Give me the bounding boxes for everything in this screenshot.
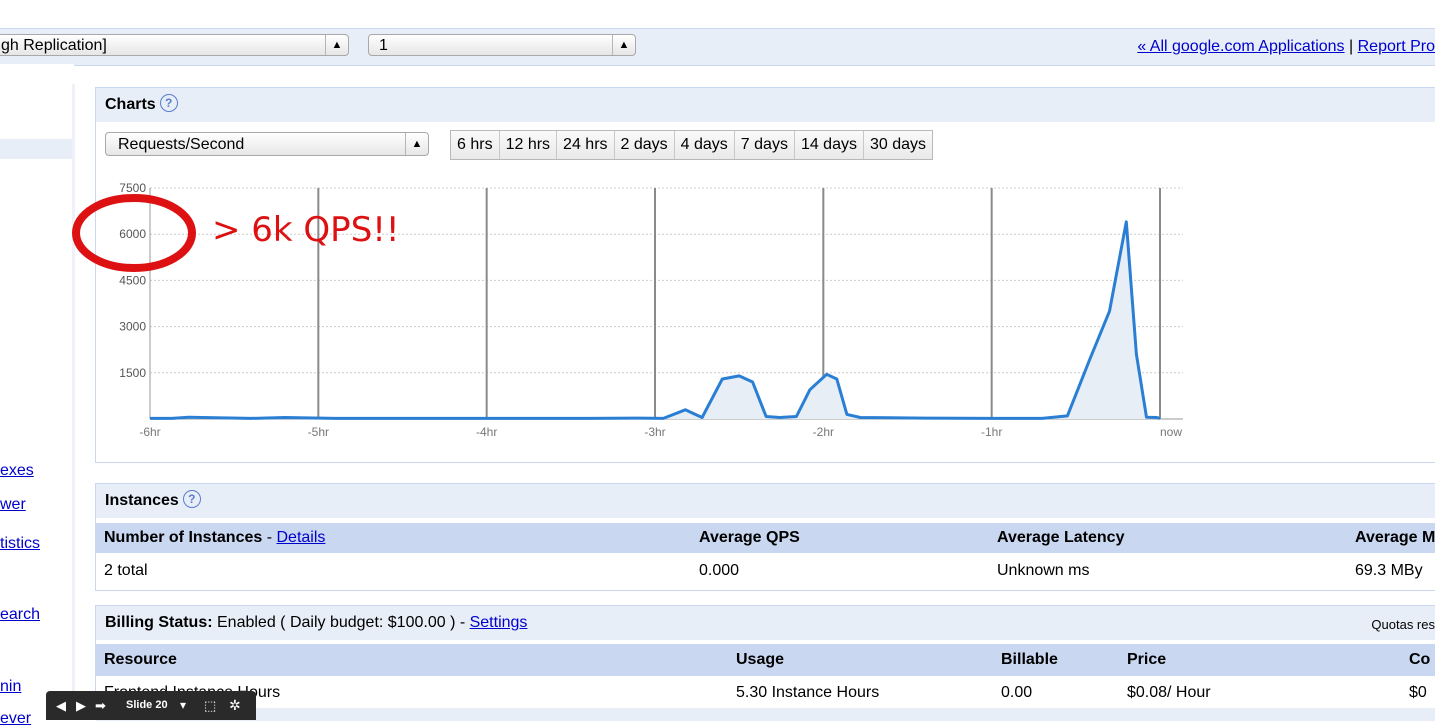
help-icon[interactable]: ?	[159, 94, 178, 112]
browser-top-strip	[0, 0, 1435, 29]
select-arrows-icon: ▲	[612, 35, 635, 55]
charts-title: Charts	[105, 96, 156, 113]
metric-select-value: Requests/Second	[118, 136, 245, 153]
instances-header: Instances?	[96, 484, 1435, 518]
billing-status-label: Billing Status:	[105, 614, 213, 631]
next-slide-icon[interactable]: ➡	[95, 691, 106, 720]
col-average-latency: Average Latency	[997, 529, 1125, 546]
sidebar-link-admin[interactable]: nin	[0, 678, 21, 696]
annotation-text: > 6k QPS!!	[212, 210, 400, 250]
tab-30-days[interactable]: 30 days	[863, 131, 933, 159]
charts-panel: Charts? Requests/Second ▲ 6 hrs 12 hrs 2…	[95, 87, 1435, 463]
cell-instance-count: 2 total	[104, 562, 148, 579]
dash: -	[262, 529, 277, 546]
cell-usage: 5.30 Instance Hours	[736, 684, 880, 701]
tab-4-days[interactable]: 4 days	[674, 131, 735, 159]
cell-average-qps: 0.000	[699, 562, 740, 579]
table-row: 2 total 0.000 Unknown ms 69.3 MBy	[96, 556, 1435, 586]
sidebar-link-statistics[interactable]: tistics	[0, 535, 40, 553]
time-range-tabs: 6 hrs 12 hrs 24 hrs 2 days 4 days 7 days…	[450, 130, 934, 160]
col-average-qps: Average QPS	[699, 529, 800, 546]
cell-average-memory: 69.3 MBy	[1355, 562, 1423, 579]
billing-settings-link[interactable]: Settings	[470, 614, 528, 631]
slide-number[interactable]: Slide 20	[126, 691, 168, 720]
chevron-down-icon[interactable]: ▾	[180, 691, 186, 720]
col-cost: Co	[1409, 651, 1431, 668]
tab-12-hrs[interactable]: 12 hrs	[499, 131, 558, 159]
instances-title: Instances	[105, 492, 179, 509]
metric-select[interactable]: Requests/Second ▲	[105, 132, 429, 156]
version-select-value: 1	[379, 37, 388, 54]
sidebar-link-indexes[interactable]: exes	[0, 462, 34, 480]
col-average-memory: Average M	[1355, 529, 1435, 546]
col-resource: Resource	[104, 651, 177, 668]
cell-cost: $0	[1409, 684, 1427, 701]
sidebar-link-viewer[interactable]: wer	[0, 496, 26, 514]
prev-slide-icon[interactable]: ◀	[56, 691, 66, 720]
col-instances-label: Number of Instances	[104, 529, 263, 546]
col-billable: Billable	[1001, 651, 1058, 668]
col-instances: Number of Instances - Details	[104, 523, 325, 553]
billing-panel: Billing Status: Enabled ( Daily budget: …	[95, 605, 1435, 721]
play-icon[interactable]: ▶	[76, 691, 86, 720]
sidebar-item-active[interactable]	[0, 139, 72, 159]
all-applications-link[interactable]: « All google.com Applications	[1137, 38, 1344, 55]
instances-table-header: Number of Instances - Details Average QP…	[96, 523, 1435, 553]
app-select-value: gh Replication]	[1, 37, 107, 54]
tab-7-days[interactable]: 7 days	[734, 131, 795, 159]
link-separator: |	[1349, 38, 1354, 55]
sidebar-divider	[72, 84, 75, 720]
slide-controls: ◀ ▶ ➡ Slide 20 ▾ ⬚ ✲	[46, 691, 256, 720]
tab-24-hrs[interactable]: 24 hrs	[557, 131, 615, 159]
tab-2-days[interactable]: 2 days	[614, 131, 675, 159]
version-select[interactable]: 1 ▲	[368, 34, 636, 56]
tab-14-days[interactable]: 14 days	[794, 131, 864, 159]
app-select[interactable]: gh Replication] ▲	[0, 34, 349, 56]
table-row-partial	[96, 708, 1435, 721]
help-icon[interactable]: ?	[182, 490, 201, 508]
report-problem-link[interactable]: Report Pro	[1358, 38, 1435, 55]
charts-header: Charts?	[96, 88, 1435, 122]
instances-panel: Instances? Number of Instances - Details…	[95, 483, 1435, 591]
billing-table-header: Resource Usage Billable Price Co	[96, 644, 1435, 676]
cell-average-latency: Unknown ms	[997, 562, 1090, 579]
sidebar-link-viewer-2[interactable]: ever	[0, 710, 31, 728]
sidebar-link-search[interactable]: earch	[0, 606, 40, 624]
app-top-links: « All google.com Applications | Report P…	[1137, 38, 1435, 56]
gear-icon[interactable]: ✲	[229, 691, 241, 720]
col-price: Price	[1127, 651, 1167, 668]
cell-billable: 0.00	[1001, 684, 1033, 701]
billing-status-text: Enabled ( Daily budget: $100.00 ) -	[212, 614, 470, 631]
table-row: Frontend Instance Hours 5.30 Instance Ho…	[96, 678, 1435, 708]
billing-header: Billing Status: Enabled ( Daily budget: …	[96, 606, 1435, 640]
select-arrows-icon: ▲	[405, 133, 428, 155]
quotas-note: Quotas res	[1371, 617, 1435, 632]
select-arrows-icon: ▲	[325, 35, 348, 55]
cell-price: $0.08/ Hour	[1127, 684, 1211, 701]
tab-6-hrs[interactable]: 6 hrs	[451, 131, 500, 159]
details-link[interactable]: Details	[276, 529, 325, 546]
fullscreen-icon[interactable]: ⬚	[204, 691, 216, 720]
col-usage: Usage	[736, 651, 785, 668]
